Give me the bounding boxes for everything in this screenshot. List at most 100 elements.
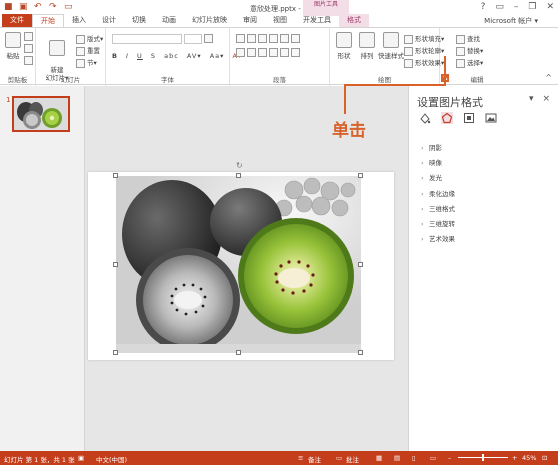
tab-view[interactable]: 视图 [265, 14, 295, 27]
format-painter-icon [24, 56, 33, 65]
justify-icon[interactable] [269, 48, 278, 57]
change-case-button[interactable]: Aa▾ [210, 52, 225, 60]
effect-artistic[interactable]: › 艺术效果 [421, 232, 455, 247]
font-size-combo[interactable] [184, 34, 202, 44]
save-icon[interactable]: ▣ [19, 3, 28, 12]
slideshow-icon[interactable]: ▭ [430, 454, 436, 462]
cut-button[interactable] [24, 32, 35, 41]
format-painter-button[interactable] [24, 56, 35, 65]
resize-handle-bottom[interactable] [236, 350, 241, 355]
tab-animations[interactable]: 动画 [154, 14, 184, 27]
effect-3d-format[interactable]: › 三维格式 [421, 202, 455, 217]
text-direction-icon[interactable] [291, 34, 300, 43]
bullets-icon[interactable] [236, 34, 245, 43]
increase-indent-icon[interactable] [269, 34, 278, 43]
shape-outline-button[interactable]: 形状轮廓▾ [404, 45, 444, 56]
decrease-indent-icon[interactable] [258, 34, 267, 43]
close-icon[interactable]: ✕ [546, 2, 554, 12]
line-spacing-icon[interactable] [280, 34, 289, 43]
grow-font-button[interactable] [204, 34, 215, 43]
section-button[interactable]: 节▾ [76, 57, 97, 68]
size-properties-icon[interactable] [463, 112, 475, 124]
tab-transitions[interactable]: 切换 [124, 14, 154, 27]
shapes-button[interactable]: 形状 [332, 32, 356, 60]
tab-home[interactable]: 开始 [32, 14, 64, 27]
resize-handle-bottom-left[interactable] [113, 350, 118, 355]
quick-styles-button[interactable]: 快速样式 [378, 32, 404, 60]
reset-button[interactable]: 重置 [76, 45, 100, 56]
effect-soft-edges[interactable]: › 柔化边缘 [421, 187, 455, 202]
kiwi-picture[interactable] [116, 176, 361, 353]
resize-handle-left[interactable] [113, 262, 118, 267]
numbering-icon[interactable] [247, 34, 256, 43]
fill-line-icon[interactable] [419, 112, 431, 124]
zoom-in-icon[interactable]: + [512, 454, 517, 462]
redo-icon[interactable]: ↷ [49, 3, 58, 12]
account-menu[interactable]: Microsoft 帐户 ▾ [484, 16, 538, 26]
normal-view-icon[interactable]: ▦ [376, 454, 382, 462]
resize-handle-top[interactable] [236, 173, 241, 178]
align-left-icon[interactable] [236, 48, 245, 57]
ribbon-display-icon[interactable]: ▭ [495, 2, 504, 12]
slide-sorter-icon[interactable]: ▤ [394, 454, 400, 462]
shadow-button[interactable]: abc [164, 52, 179, 60]
copy-button[interactable] [24, 44, 35, 53]
tab-file[interactable]: 文件 [2, 14, 32, 27]
pane-options-icon[interactable]: ▾ [529, 94, 534, 104]
effect-reflection[interactable]: › 映像 [421, 156, 455, 171]
slide-thumbnail[interactable] [12, 96, 70, 132]
tab-format[interactable]: 格式 [339, 14, 369, 27]
font-name-combo[interactable] [112, 34, 182, 44]
layout-button[interactable]: 版式▾ [76, 33, 103, 44]
resize-handle-top-right[interactable] [358, 173, 363, 178]
effect-glow[interactable]: › 发光 [421, 171, 455, 186]
undo-icon[interactable]: ↶ [34, 3, 43, 12]
comments-icon[interactable]: ▭ [336, 454, 342, 462]
smartart-icon[interactable] [291, 48, 300, 57]
tab-slideshow[interactable]: 幻灯片放映 [184, 14, 235, 27]
resize-handle-top-left[interactable] [113, 173, 118, 178]
replace-button[interactable]: 替换▾ [456, 45, 483, 56]
italic-button[interactable]: I [126, 52, 129, 60]
restore-icon[interactable]: ❐ [528, 2, 536, 12]
fit-to-window-icon[interactable]: ⊡ [542, 454, 547, 462]
spacing-button[interactable]: AV▾ [187, 52, 202, 60]
bold-button[interactable]: B [112, 52, 118, 60]
zoom-out-icon[interactable]: – [448, 454, 451, 462]
shape-effects-button[interactable]: 形状效果▾ [404, 57, 444, 68]
resize-handle-bottom-right[interactable] [358, 350, 363, 355]
pane-close-icon[interactable]: × [542, 94, 550, 104]
notes-button[interactable]: 备注 [308, 454, 321, 464]
collapse-ribbon-icon[interactable]: ^ [545, 73, 552, 82]
spellcheck-icon[interactable]: ▣ [78, 454, 84, 462]
help-icon[interactable]: ? [481, 2, 486, 12]
notes-icon[interactable]: ≡ [298, 454, 303, 462]
strikethrough-button[interactable]: S [151, 52, 156, 60]
shape-fill-button[interactable]: 形状填充▾ [404, 33, 444, 44]
find-button[interactable]: 查找 [456, 33, 480, 44]
align-right-icon[interactable] [258, 48, 267, 57]
underline-button[interactable]: U [137, 52, 143, 60]
effect-3d-rotation[interactable]: › 三维旋转 [421, 217, 455, 232]
zoom-slider-thumb[interactable] [482, 454, 484, 461]
columns-icon[interactable] [280, 48, 289, 57]
effect-shadow[interactable]: › 阴影 [421, 141, 455, 156]
paste-button[interactable]: 粘贴 [4, 32, 22, 60]
effects-icon[interactable] [441, 112, 453, 124]
reading-view-icon[interactable]: ▯ [412, 454, 416, 462]
minimize-icon[interactable]: – [514, 2, 519, 12]
tab-review[interactable]: 审阅 [235, 14, 265, 27]
language-indicator[interactable]: 中文(中国) [96, 454, 127, 464]
select-button[interactable]: 选择▾ [456, 57, 483, 68]
picture-icon[interactable] [485, 112, 497, 124]
tab-developer[interactable]: 开发工具 [295, 14, 339, 27]
align-center-icon[interactable] [247, 48, 256, 57]
present-icon[interactable]: ▭ [64, 3, 73, 12]
arrange-button[interactable]: 排列 [356, 32, 378, 60]
resize-handle-right[interactable] [358, 262, 363, 267]
tab-insert[interactable]: 插入 [64, 14, 94, 27]
zoom-level[interactable]: 45% [522, 454, 536, 462]
comments-button[interactable]: 批注 [346, 454, 359, 464]
rotate-handle-icon[interactable]: ↻ [236, 161, 243, 170]
tab-design[interactable]: 设计 [94, 14, 124, 27]
